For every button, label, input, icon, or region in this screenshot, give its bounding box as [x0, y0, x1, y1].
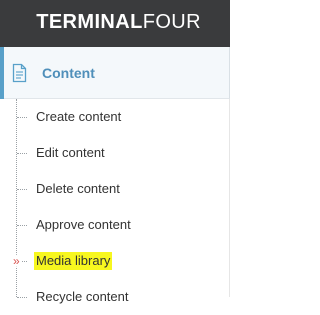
menu-item-delete-content[interactable]: Delete content	[0, 171, 229, 207]
terminalfour-logo[interactable]: TERMINALFOUR	[36, 10, 201, 34]
tree-branch	[17, 117, 27, 118]
menu-item-label: Delete content	[36, 181, 120, 196]
menu-item-edit-content[interactable]: Edit content	[0, 135, 229, 171]
logo-text-bold: TERMINAL	[36, 11, 143, 33]
menu-item-recycle-content[interactable]: Recycle content	[0, 279, 229, 315]
top-header: TERMINALFOUR	[0, 0, 230, 47]
document-icon	[12, 63, 27, 83]
active-chevron-icon: »	[12, 253, 21, 268]
menu-item-media-library[interactable]: » Media library	[0, 243, 229, 279]
logo-text-light: FOUR	[142, 11, 201, 33]
menu-item-label: Edit content	[36, 145, 105, 160]
menu-item-label: Media library	[34, 252, 113, 270]
menu-item-label: Create content	[36, 109, 122, 124]
tree-branch	[17, 189, 27, 190]
menu-item-label: Approve content	[36, 217, 131, 232]
tree-branch	[17, 297, 27, 298]
menu-item-label: Recycle content	[36, 289, 129, 304]
menu-item-create-content[interactable]: Create content	[0, 99, 229, 135]
section-title: Content	[42, 65, 95, 81]
tree-branch	[17, 153, 27, 154]
tree-branch	[17, 225, 27, 226]
content-submenu: Create content Edit content Delete conte…	[0, 99, 230, 304]
content-section-header[interactable]: Content	[0, 47, 230, 99]
section-accent-bar	[0, 47, 4, 99]
menu-item-approve-content[interactable]: Approve content	[0, 207, 229, 243]
